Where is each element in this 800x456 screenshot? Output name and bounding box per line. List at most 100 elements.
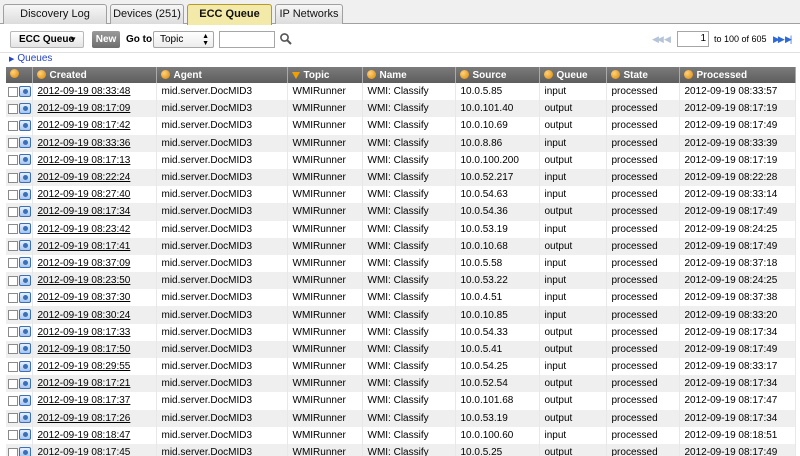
- column-header-name[interactable]: Name: [362, 67, 456, 83]
- record-link[interactable]: 2012-09-19 08:17:50: [38, 344, 131, 355]
- table-row[interactable]: 2012-09-19 08:17:37 mid.server.DocMID3 WMI…: [6, 392, 796, 410]
- table-row[interactable]: 2012-09-19 08:27:40 mid.server.DocMID3 WMI…: [6, 186, 796, 204]
- row-checkbox[interactable]: [8, 206, 18, 217]
- row-checkbox[interactable]: [8, 344, 18, 355]
- tab-ecc-queue[interactable]: ECC Queue (605): [187, 4, 272, 38]
- record-preview-icon[interactable]: [19, 102, 31, 114]
- column-header-queue[interactable]: Queue: [539, 67, 607, 83]
- record-preview-icon[interactable]: [19, 205, 31, 217]
- row-checkbox[interactable]: [8, 361, 18, 372]
- record-link[interactable]: 2012-09-19 08:27:40: [38, 189, 131, 200]
- table-row[interactable]: 2012-09-19 08:33:36 mid.server.DocMID3 WMI…: [6, 134, 796, 152]
- record-preview-icon[interactable]: [19, 343, 31, 355]
- row-checkbox[interactable]: [8, 310, 18, 321]
- record-preview-icon[interactable]: [19, 394, 31, 406]
- table-row[interactable]: 2012-09-19 08:17:41 mid.server.DocMID3 WMI…: [6, 237, 796, 255]
- record-preview-icon[interactable]: [19, 326, 31, 338]
- record-preview-icon[interactable]: [19, 154, 31, 166]
- table-row[interactable]: 2012-09-19 08:17:42 mid.server.DocMID3 WMI…: [6, 117, 796, 135]
- row-checkbox[interactable]: [8, 395, 18, 406]
- row-checkbox[interactable]: [8, 155, 18, 166]
- table-row[interactable]: 2012-09-19 08:17:13 mid.server.DocMID3 WMI…: [6, 151, 796, 169]
- record-link[interactable]: 2012-09-19 08:17:13: [38, 155, 131, 166]
- row-checkbox[interactable]: [8, 413, 18, 424]
- row-checkbox[interactable]: [8, 378, 18, 389]
- record-link[interactable]: 2012-09-19 08:17:42: [38, 120, 131, 131]
- table-row[interactable]: 2012-09-19 08:17:26 mid.server.DocMID3 WMI…: [6, 409, 796, 427]
- record-link[interactable]: 2012-09-19 08:17:37: [38, 395, 131, 406]
- record-link[interactable]: 2012-09-19 08:17:45: [38, 447, 131, 456]
- record-link[interactable]: 2012-09-19 08:18:47: [38, 430, 131, 441]
- table-row[interactable]: 2012-09-19 08:23:50 mid.server.DocMID3 WMI…: [6, 272, 796, 290]
- search-icon[interactable]: [279, 32, 293, 46]
- record-preview-icon[interactable]: [19, 360, 31, 372]
- first-page-icon[interactable]: ◀◀: [652, 34, 664, 45]
- row-checkbox[interactable]: [8, 430, 18, 441]
- record-preview-icon[interactable]: [19, 85, 31, 97]
- record-link[interactable]: 2012-09-19 08:17:26: [38, 413, 131, 424]
- table-row[interactable]: 2012-09-19 08:17:34 mid.server.DocMID3 WMI…: [6, 203, 796, 221]
- goto-field-select[interactable]: Topic ▲ ▼: [153, 31, 214, 48]
- record-link[interactable]: 2012-09-19 08:30:24: [38, 310, 131, 321]
- row-checkbox[interactable]: [8, 86, 18, 97]
- next-page-icon[interactable]: ▶▶: [773, 34, 785, 45]
- column-header-source[interactable]: Source: [455, 67, 540, 83]
- table-row[interactable]: 2012-09-19 08:18:47 mid.server.DocMID3 WMI…: [6, 426, 796, 444]
- record-preview-icon[interactable]: [19, 446, 31, 456]
- row-checkbox[interactable]: [8, 258, 18, 269]
- table-row[interactable]: 2012-09-19 08:17:45 mid.server.DocMID3 WMI…: [6, 443, 796, 456]
- record-link[interactable]: 2012-09-19 08:17:34: [38, 206, 131, 217]
- record-preview-icon[interactable]: [19, 119, 31, 131]
- table-row[interactable]: 2012-09-19 08:37:30 mid.server.DocMID3 WMI…: [6, 289, 796, 307]
- previous-page-icon[interactable]: ◀: [664, 34, 671, 45]
- column-header-topic[interactable]: Topic: [287, 67, 363, 83]
- row-checkbox[interactable]: [8, 327, 18, 338]
- record-link[interactable]: 2012-09-19 08:29:55: [38, 361, 131, 372]
- tab-discovery-log[interactable]: Discovery Log (1,003): [3, 4, 107, 38]
- row-checkbox[interactable]: [8, 189, 18, 200]
- record-link[interactable]: 2012-09-19 08:33:36: [38, 138, 131, 149]
- table-row[interactable]: 2012-09-19 08:17:21 mid.server.DocMID3 WMI…: [6, 375, 796, 393]
- record-link[interactable]: 2012-09-19 08:23:50: [38, 275, 131, 286]
- column-header-processed[interactable]: Processed: [679, 67, 796, 83]
- row-checkbox[interactable]: [8, 292, 18, 303]
- record-link[interactable]: 2012-09-19 08:37:09: [38, 258, 131, 269]
- record-link[interactable]: 2012-09-19 08:17:33: [38, 327, 131, 338]
- page-number-input[interactable]: 1: [677, 31, 709, 47]
- column-header-state[interactable]: State: [606, 67, 680, 83]
- table-row[interactable]: 2012-09-19 08:17:09 mid.server.DocMID3 WMI…: [6, 100, 796, 118]
- record-preview-icon[interactable]: [19, 137, 31, 149]
- list-title-menu[interactable]: ECC Queue ▼: [10, 31, 84, 48]
- row-checkbox[interactable]: [8, 138, 18, 149]
- row-checkbox[interactable]: [8, 103, 18, 114]
- record-preview-icon[interactable]: [19, 291, 31, 303]
- tab-devices[interactable]: Devices (251): [110, 4, 184, 24]
- record-link[interactable]: 2012-09-19 08:37:30: [38, 292, 131, 303]
- record-preview-icon[interactable]: [19, 412, 31, 424]
- record-link[interactable]: 2012-09-19 08:22:24: [38, 172, 131, 183]
- tab-ip-networks[interactable]: IP Networks: [275, 4, 343, 24]
- table-row[interactable]: 2012-09-19 08:17:50 mid.server.DocMID3 WMI…: [6, 340, 796, 358]
- record-link[interactable]: 2012-09-19 08:17:41: [38, 241, 131, 252]
- search-input[interactable]: [219, 31, 275, 48]
- new-button[interactable]: New: [92, 31, 120, 48]
- table-row[interactable]: 2012-09-19 08:23:42 mid.server.DocMID3 WMI…: [6, 220, 796, 238]
- table-row[interactable]: 2012-09-19 08:29:55 mid.server.DocMID3 WMI…: [6, 358, 796, 376]
- table-row[interactable]: 2012-09-19 08:33:48 mid.server.DocMID3 WMI…: [6, 83, 796, 101]
- record-preview-icon[interactable]: [19, 429, 31, 441]
- record-preview-icon[interactable]: [19, 377, 31, 389]
- record-preview-icon[interactable]: [19, 171, 31, 183]
- record-preview-icon[interactable]: [19, 257, 31, 269]
- last-page-icon[interactable]: ▶|: [785, 34, 792, 45]
- record-link[interactable]: 2012-09-19 08:33:48: [38, 86, 131, 97]
- column-header-created[interactable]: Created: [32, 67, 157, 83]
- record-link[interactable]: 2012-09-19 08:17:21: [38, 378, 131, 389]
- record-preview-icon[interactable]: [19, 188, 31, 200]
- column-header-agent[interactable]: Agent: [156, 67, 288, 83]
- record-preview-icon[interactable]: [19, 240, 31, 252]
- record-link[interactable]: 2012-09-19 08:23:42: [38, 224, 131, 235]
- row-checkbox[interactable]: [8, 275, 18, 286]
- row-checkbox[interactable]: [8, 224, 18, 235]
- select-all-header[interactable]: [6, 67, 33, 83]
- record-preview-icon[interactable]: [19, 309, 31, 321]
